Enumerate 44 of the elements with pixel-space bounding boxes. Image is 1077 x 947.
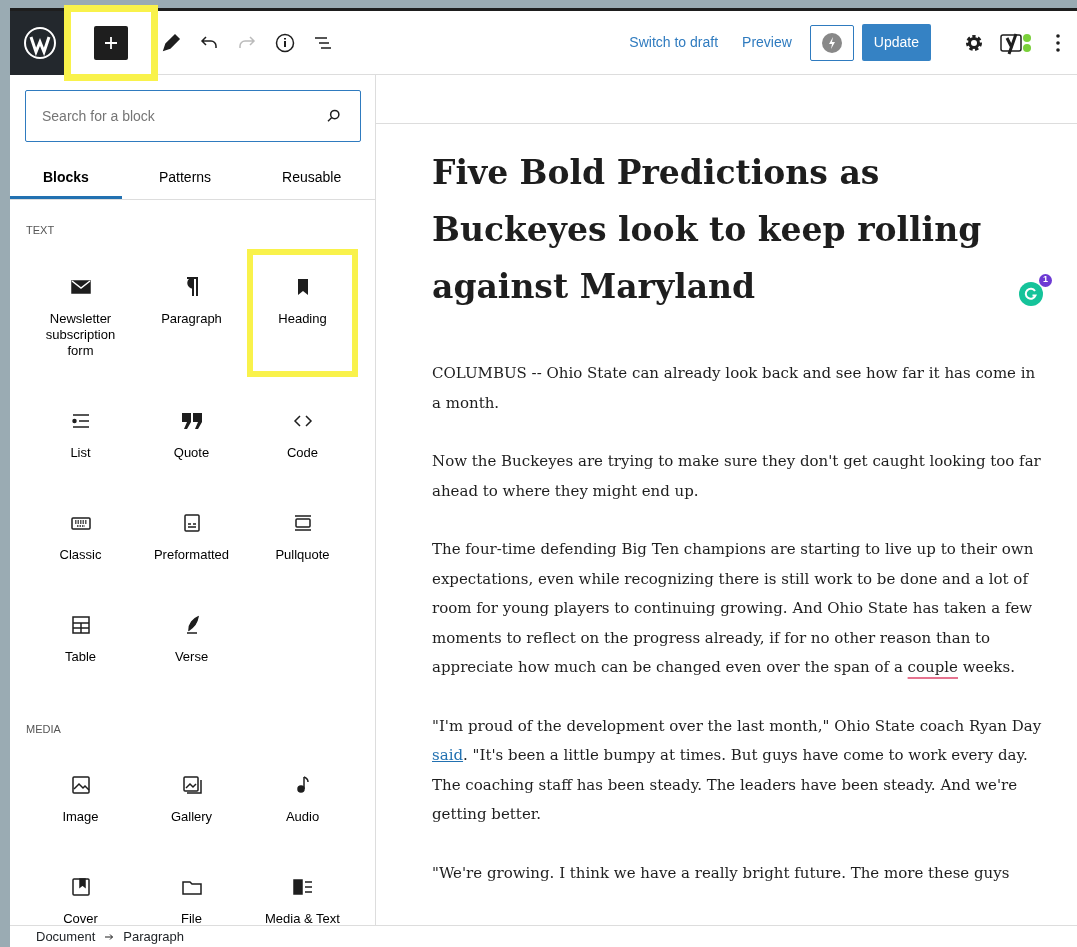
block-item[interactable]: Newsletter subscription form bbox=[25, 248, 136, 377]
tab[interactable]: Blocks bbox=[10, 159, 122, 199]
block-item[interactable]: Code bbox=[247, 382, 358, 479]
block-item[interactable]: Media & Text bbox=[247, 849, 358, 925]
block-item[interactable]: Audio bbox=[247, 747, 358, 843]
tab[interactable]: Reusable bbox=[248, 159, 375, 199]
block-item[interactable]: Table bbox=[25, 586, 136, 683]
paragraph[interactable]: Now the Buckeyes are trying to make sure they don't get caught looking too far ahead to where they might end up. bbox=[432, 447, 1043, 506]
link[interactable]: said bbox=[432, 746, 464, 764]
notification-badge: 1 bbox=[1039, 273, 1052, 287]
add-block-button[interactable] bbox=[94, 25, 128, 60]
settings-icon[interactable] bbox=[964, 32, 984, 53]
section-heading: TEXT bbox=[25, 223, 56, 238]
paragraph[interactable]: COLUMBUS -- Ohio State can already look back and see how far it has come in a month. bbox=[432, 359, 1043, 418]
block-item[interactable]: Image bbox=[25, 747, 136, 843]
block-item[interactable]: Cover bbox=[25, 849, 136, 925]
block-item[interactable]: Preformatted bbox=[136, 484, 247, 581]
block-item[interactable]: Classic bbox=[25, 484, 136, 581]
search-icon[interactable] bbox=[325, 107, 343, 125]
tab[interactable]: Patterns bbox=[121, 159, 249, 199]
paragraph[interactable]: "I'm proud of the development over the last month," Ohio State coach Ryan Day said. "It's been a little bumpy at times. But guys have come to work every day. The coaching staff has been steady. The leaders have been steady. And we're getting better. bbox=[432, 711, 1043, 830]
post-title[interactable]: Five Bold Predictions as Buckeyes look to keep rolling against Maryland bbox=[432, 144, 1011, 315]
block-item[interactable]: Heading bbox=[247, 248, 358, 377]
grammarly-icon[interactable] bbox=[1019, 281, 1043, 306]
toolbar-link[interactable]: Preview bbox=[732, 26, 802, 59]
block-item[interactable]: File bbox=[136, 849, 247, 925]
block-item[interactable]: Gallery bbox=[136, 747, 247, 843]
toolbar-link[interactable]: Switch to draft bbox=[619, 26, 729, 59]
paragraph[interactable]: The four-time defending Big Ten champions are starting to live up to their own expectations, even while recognizing there is still work to be done and a lot of room for young players to continuing growing. And Ohio State has taken a few moments to reflect on the progress already, if for no other reason than to appreciate how much can be changed even over the span of a couple weeks. bbox=[432, 535, 1043, 683]
lightning-button[interactable] bbox=[809, 24, 854, 61]
section-heading: MEDIA bbox=[25, 721, 62, 737]
paragraph[interactable]: "We're growing. I think we have a really bright future. The more these guys bbox=[432, 858, 1043, 888]
search-field[interactable]: Search for a block bbox=[25, 90, 361, 142]
breadcrumb-item[interactable]: Document bbox=[36, 926, 96, 947]
block-item[interactable]: List bbox=[25, 382, 136, 479]
lightning-icon[interactable] bbox=[821, 32, 842, 53]
block-item[interactable]: Quote bbox=[136, 382, 247, 479]
block-item[interactable]: Paragraph bbox=[136, 248, 247, 377]
update-button[interactable]: Update bbox=[861, 24, 931, 61]
breadcrumb-item[interactable]: Paragraph bbox=[123, 926, 184, 947]
block-item[interactable]: Pullquote bbox=[247, 484, 358, 581]
block-item[interactable]: Verse bbox=[136, 586, 247, 683]
plus-icon[interactable] bbox=[103, 34, 119, 51]
more-options-icon[interactable] bbox=[1055, 32, 1061, 53]
